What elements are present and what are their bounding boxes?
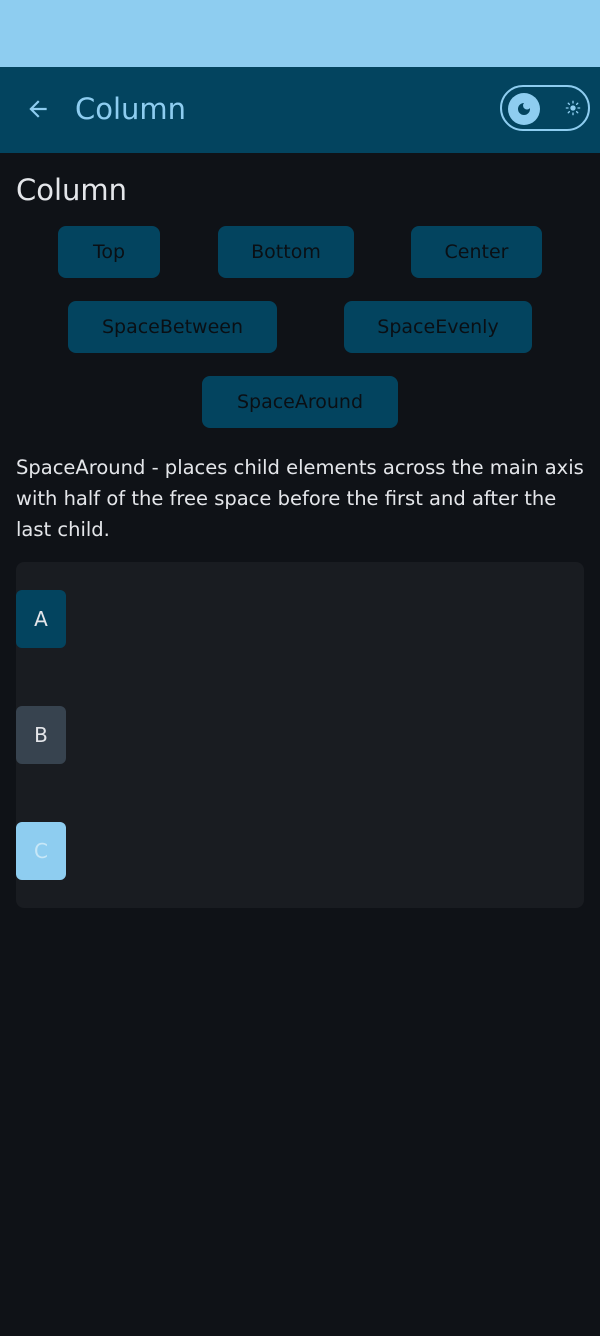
demo-box-c: C: [16, 822, 66, 880]
page-heading: Column: [16, 173, 128, 207]
column-demo-panel: A B C: [16, 562, 584, 908]
toggle-knob: [508, 93, 540, 125]
top-button[interactable]: Top: [58, 226, 160, 278]
center-button[interactable]: Center: [411, 226, 542, 278]
moon-icon: [518, 103, 530, 115]
bottom-button[interactable]: Bottom: [218, 226, 354, 278]
sun-icon: [562, 97, 584, 119]
top-app-bar: Column: [0, 67, 600, 153]
status-bar: [0, 0, 600, 67]
back-button[interactable]: [18, 89, 58, 129]
space-evenly-button[interactable]: SpaceEvenly: [344, 301, 532, 353]
space-around-button[interactable]: SpaceAround: [202, 376, 398, 428]
arrangement-description: SpaceAround - places child elements acro…: [16, 456, 584, 541]
arrow-back-icon: [29, 100, 47, 118]
app-bar-title: Column: [75, 92, 187, 126]
theme-toggle[interactable]: [500, 85, 590, 131]
space-between-button[interactable]: SpaceBetween: [68, 301, 277, 353]
demo-box-a: A: [16, 590, 66, 648]
demo-box-b: B: [16, 706, 66, 764]
